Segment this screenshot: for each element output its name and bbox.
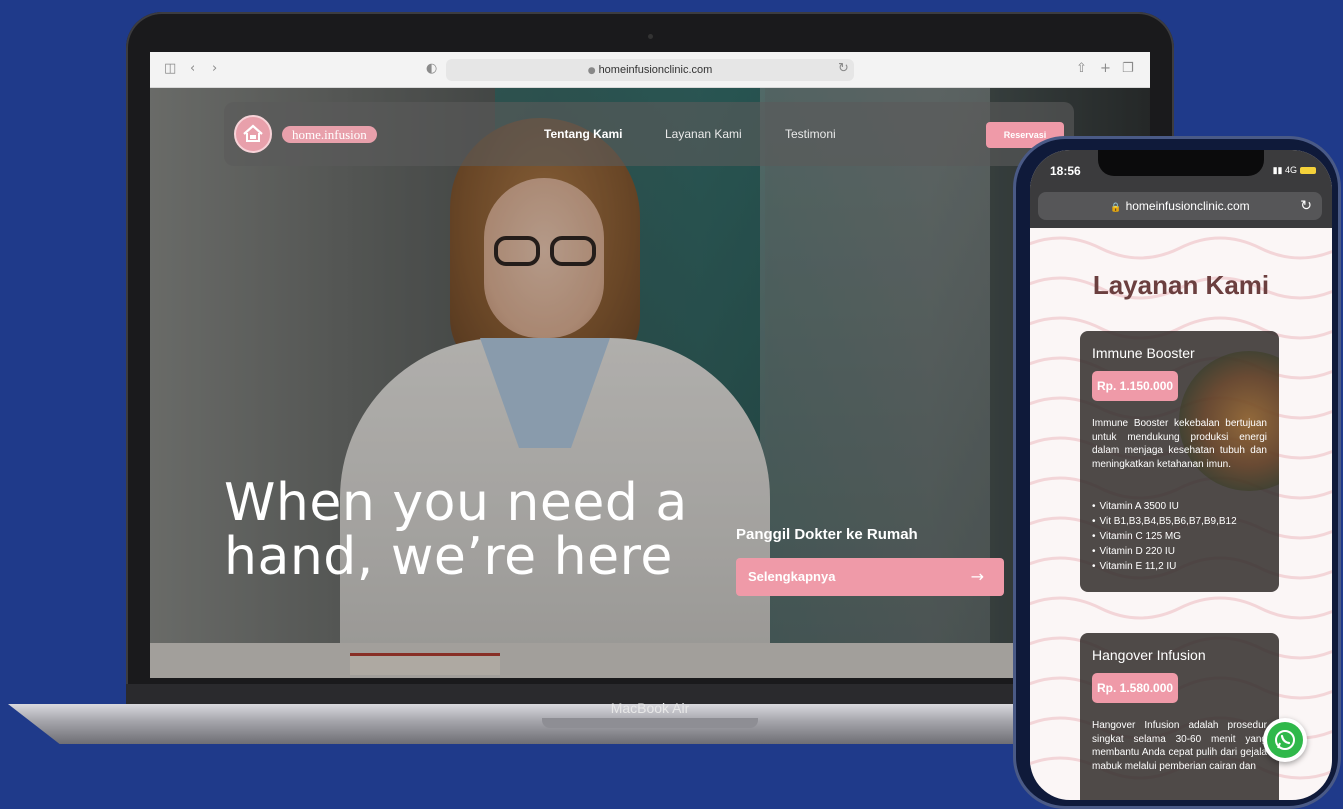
phone-page: Layanan Kami Immune Booster Rp. 1.150.00… bbox=[1030, 228, 1332, 800]
service-description: Hangover Infusion adalah prosedur singka… bbox=[1092, 720, 1267, 772]
back-icon[interactable]: ‹ bbox=[190, 62, 195, 76]
phone-address-field[interactable]: 🔒 homeinfusionclinic.com ↻ bbox=[1038, 192, 1322, 220]
battery-icon bbox=[1300, 167, 1316, 175]
learn-more-button[interactable]: Selengkapnya → bbox=[736, 558, 1004, 596]
learn-more-label: Selengkapnya bbox=[748, 569, 836, 584]
service-card-immune-booster[interactable]: Immune Booster Rp. 1.150.000 Immune Boos… bbox=[1080, 331, 1279, 592]
hero-headline: When you need a hand, we’re here bbox=[224, 473, 688, 587]
tabs-icon[interactable]: ❐ bbox=[1122, 62, 1134, 76]
service-card-hangover-infusion[interactable]: Hangover Infusion Rp. 1.580.000 Hangover… bbox=[1080, 633, 1279, 800]
service-description: Immune Booster kekebalan bertujuan untuk… bbox=[1092, 418, 1267, 470]
address-bar[interactable]: ● homeinfusionclinic.com bbox=[446, 59, 854, 81]
nav-testimoni[interactable]: Testimoni bbox=[785, 127, 836, 141]
logo-house-icon[interactable] bbox=[234, 115, 272, 153]
new-tab-icon[interactable]: + bbox=[1100, 62, 1111, 76]
address-bar-url: homeinfusionclinic.com bbox=[598, 64, 713, 76]
laptop-opening-notch bbox=[542, 718, 758, 728]
list-item: Vitamin D 220 IU bbox=[1092, 544, 1237, 559]
service-name: Immune Booster bbox=[1092, 345, 1195, 361]
whatsapp-icon bbox=[1275, 730, 1295, 750]
lock-icon: ● bbox=[587, 66, 596, 76]
service-price: Rp. 1.580.000 bbox=[1092, 673, 1179, 703]
nav-layanan-kami[interactable]: Layanan Kami bbox=[665, 127, 742, 141]
laptop-screen: ◫ ‹ › ◐ ●homeinfusionclinic.com ↻ ⇧ + ❐ bbox=[150, 52, 1150, 678]
lock-icon: 🔒 bbox=[1110, 203, 1122, 213]
reload-icon[interactable]: ↻ bbox=[838, 62, 849, 76]
site-navbar: home.infusion Tentang Kami Layanan Kami … bbox=[224, 102, 1074, 166]
arrow-right-icon: → bbox=[970, 567, 984, 586]
logo-wordmark[interactable]: home.infusion bbox=[282, 126, 377, 143]
sidebar-icon[interactable]: ◫ bbox=[164, 62, 176, 76]
signal-icon: ▮▮ bbox=[1272, 165, 1283, 175]
status-signal: ▮▮ 4G bbox=[1273, 165, 1316, 176]
share-icon[interactable]: ⇧ bbox=[1076, 62, 1087, 76]
status-time: 18:56 bbox=[1050, 164, 1081, 178]
shield-icon[interactable]: ◐ bbox=[426, 62, 437, 76]
cta-heading: Panggil Dokter ke Rumah bbox=[736, 526, 918, 543]
service-name: Hangover Infusion bbox=[1092, 647, 1206, 663]
laptop-brand-label: MacBook Air bbox=[610, 700, 690, 716]
whatsapp-button[interactable] bbox=[1263, 718, 1307, 762]
phone-address-bar: 🔒 homeinfusionclinic.com ↻ bbox=[1030, 186, 1332, 228]
laptop-camera bbox=[648, 34, 653, 39]
phone-notch bbox=[1098, 150, 1264, 176]
list-item: Vitamin E 11,2 IU bbox=[1092, 559, 1237, 574]
list-item: Vit B1,B3,B4,B5,B6,B7,B9,B12 bbox=[1092, 514, 1237, 529]
service-price: Rp. 1.150.000 bbox=[1092, 371, 1179, 401]
section-title: Layanan Kami bbox=[1092, 270, 1270, 300]
browser-toolbar: ◫ ‹ › ◐ ● homeinfusionclinic.com ↻ ⇧ + ❐ bbox=[150, 52, 1150, 88]
phone-url: homeinfusionclinic.com bbox=[1125, 199, 1250, 213]
hero-section: home.infusion Tentang Kami Layanan Kami … bbox=[150, 88, 1150, 678]
status-network: 4G bbox=[1284, 165, 1297, 175]
phone-screen: 18:56 ▮▮ 4G 🔒 homeinfusionclinic.com ↻ L… bbox=[1030, 150, 1332, 800]
service-ingredients: Vitamin A 3500 IU Vit B1,B3,B4,B5,B6,B7,… bbox=[1092, 499, 1237, 574]
list-item: Vitamin A 3500 IU bbox=[1092, 499, 1237, 514]
list-item: Vitamin C 125 MG bbox=[1092, 529, 1237, 544]
forward-icon[interactable]: › bbox=[212, 62, 217, 76]
nav-tentang-kami[interactable]: Tentang Kami bbox=[544, 127, 622, 141]
reload-icon[interactable]: ↻ bbox=[1300, 192, 1312, 220]
